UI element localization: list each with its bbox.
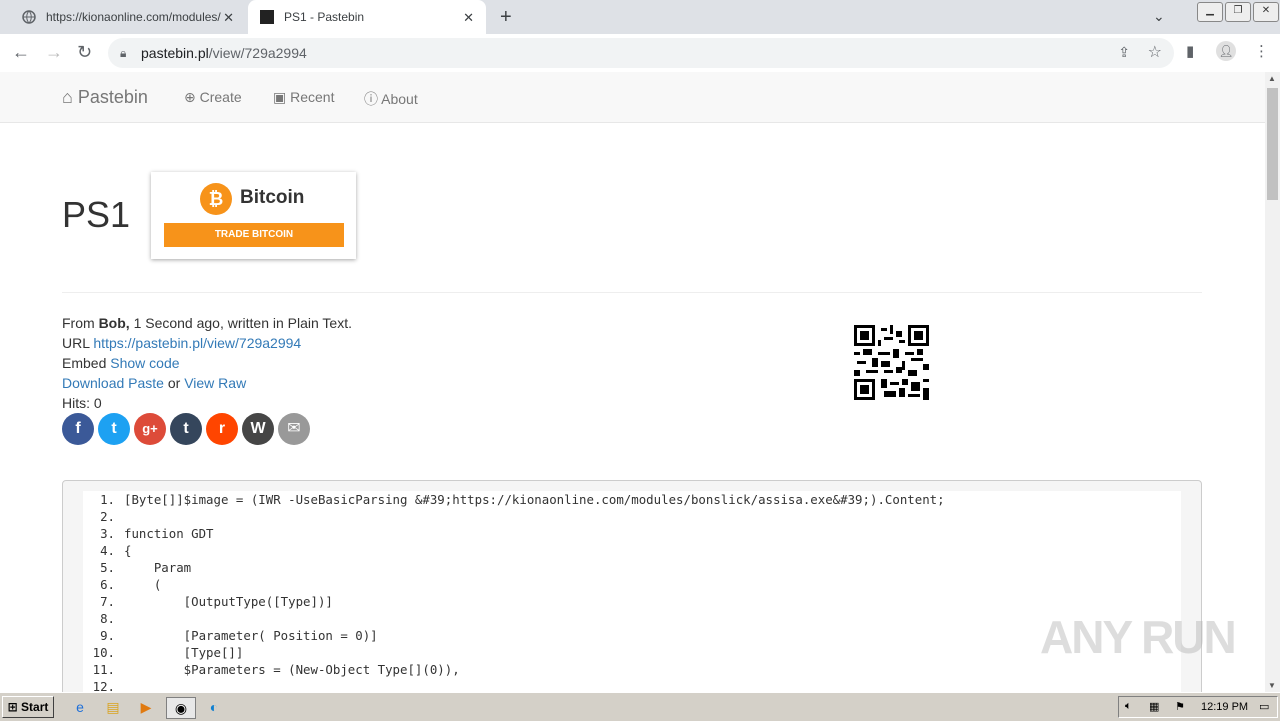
code-line: 7. [OutputType([Type])] bbox=[100, 594, 333, 609]
site-brand[interactable]: ⌂ Pastebin bbox=[62, 87, 148, 108]
scroll-up-arrow-icon[interactable]: ▲ bbox=[1268, 74, 1276, 83]
forward-arrow-icon[interactable]: → bbox=[45, 42, 63, 63]
bitcoin-logo-icon: ₿ bbox=[200, 183, 232, 215]
show-code-link[interactable]: Show code bbox=[110, 355, 179, 371]
author-name: Bob, bbox=[98, 315, 130, 331]
paste-url-link[interactable]: https://pastebin.pl/view/729a2994 bbox=[93, 335, 301, 351]
trade-bitcoin-button[interactable]: TRADE BITCOIN bbox=[164, 223, 344, 247]
info-circle-icon: ⓘ bbox=[364, 91, 378, 107]
google-plus-icon[interactable]: g+ bbox=[134, 413, 166, 445]
download-line: Download Paste or View Raw bbox=[62, 375, 247, 391]
share-icon[interactable]: ⇪ bbox=[1118, 44, 1130, 61]
lock-icon: 🔒︎ bbox=[120, 46, 127, 60]
address-bar[interactable]: 🔒︎ pastebin.pl/view/729a2994 ⇪ ☆ bbox=[108, 38, 1174, 68]
restore-button[interactable]: ❐ bbox=[1225, 2, 1251, 22]
menu-kebab-icon[interactable]: ⋮ bbox=[1254, 42, 1269, 60]
ad-name: Bitcoin bbox=[240, 187, 305, 208]
minimize-button[interactable]: ▁ bbox=[1197, 2, 1223, 22]
close-tab-icon[interactable]: ✕ bbox=[463, 10, 474, 26]
tumblr-icon[interactable]: t bbox=[170, 413, 202, 445]
page-viewport: ⌂ Pastebin ⊕ Create ▣ Recent ⓘ About PS1… bbox=[0, 72, 1265, 692]
qr-code-icon bbox=[854, 325, 929, 400]
download-paste-link[interactable]: Download Paste bbox=[62, 375, 164, 391]
twitter-icon[interactable]: t bbox=[98, 413, 130, 445]
anyrun-watermark: ANY RUN bbox=[1040, 611, 1237, 663]
paste-url-line: URL https://pastebin.pl/view/729a2994 bbox=[62, 335, 302, 351]
code-line: 9. [Parameter( Position = 0)] bbox=[100, 628, 378, 643]
rss-icon: ▣ bbox=[273, 89, 287, 105]
reddit-icon[interactable]: r bbox=[206, 413, 238, 445]
url-text[interactable]: pastebin.pl/view/729a2994 bbox=[141, 45, 307, 61]
reload-icon[interactable]: ↻ bbox=[77, 42, 92, 63]
nav-about[interactable]: ⓘ About bbox=[364, 89, 418, 109]
paste-title: PS1 bbox=[62, 194, 131, 235]
nav-recent[interactable]: ▣ Recent bbox=[273, 89, 334, 106]
side-panel-icon[interactable]: ▮ bbox=[1186, 42, 1194, 60]
system-tray: 🔈︎ ▦ ⚑ 12:19 PM ▭ bbox=[1118, 696, 1278, 718]
chrome-icon[interactable]: ◉ bbox=[166, 697, 196, 719]
show-desktop-icon[interactable]: ▭ bbox=[1259, 700, 1269, 713]
plus-circle-icon: ⊕ bbox=[184, 89, 196, 105]
code-container: 1. [Byte[]]$image = (IWR -UseBasicParsing… bbox=[62, 480, 1202, 692]
code-line: 1. [Byte[]]$image = (IWR -UseBasicParsing… bbox=[100, 492, 945, 507]
email-icon[interactable]: ✉ bbox=[278, 413, 310, 445]
code-line: 8. bbox=[100, 611, 115, 626]
hits-line: Hits: 0 bbox=[62, 395, 102, 411]
taskbar-clock[interactable]: 12:19 PM bbox=[1201, 701, 1248, 713]
code-line: 4.{ bbox=[100, 543, 132, 558]
page-scrollbar[interactable]: ▲ ▼ bbox=[1265, 72, 1280, 692]
network-icon[interactable]: ▦ bbox=[1149, 700, 1159, 713]
media-player-icon[interactable]: ▶ bbox=[136, 697, 156, 717]
window-controls: ▁ ❐ ✕ bbox=[1196, 0, 1280, 24]
wordpress-icon[interactable]: W bbox=[242, 413, 274, 445]
embed-line: Embed Show code bbox=[62, 355, 180, 371]
windows-logo-icon: ⊞ bbox=[7, 700, 18, 714]
globe-icon bbox=[22, 10, 36, 24]
view-raw-link[interactable]: View Raw bbox=[184, 375, 246, 391]
close-window-button[interactable]: ✕ bbox=[1253, 2, 1279, 22]
code-line: 11. $Parameters = (New-Object Type[](0))… bbox=[92, 662, 460, 677]
nav-create[interactable]: ⊕ Create bbox=[184, 89, 242, 106]
code-line: 5. Param bbox=[100, 560, 192, 575]
code-line: 6. ( bbox=[100, 577, 162, 592]
windows-taskbar: ⊞ Start e ▤ ▶ ◉ ◐ 🔈︎ ▦ ⚑ 12:19 PM ▭ bbox=[0, 692, 1280, 721]
browser-toolbar: ← → ↻ 🔒︎ pastebin.pl/view/729a2994 ⇪ ☆ ▮… bbox=[0, 34, 1280, 73]
pastebin-favicon-icon bbox=[260, 10, 274, 24]
code-line: 10. [Type[]] bbox=[92, 645, 244, 660]
social-share-buttons: f t g+ t r W ✉ bbox=[62, 413, 314, 445]
file-explorer-icon[interactable]: ▤ bbox=[103, 697, 123, 717]
profile-avatar-icon[interactable]: 👤︎ bbox=[1216, 41, 1236, 61]
bitcoin-ad[interactable]: ₿ Bitcoin TRADE BITCOIN bbox=[151, 172, 356, 259]
back-arrow-icon[interactable]: ← bbox=[12, 42, 30, 63]
close-tab-icon[interactable]: ✕ bbox=[223, 10, 234, 26]
browser-tab-2[interactable]: PS1 - Pastebin ✕ bbox=[248, 0, 486, 34]
browser-tab-strip: https://kionaonline.com/modules/bonsl ✕ … bbox=[0, 0, 1280, 34]
edge-icon[interactable]: ◐ bbox=[204, 697, 224, 717]
browser-tab-1[interactable]: https://kionaonline.com/modules/bonsl ✕ bbox=[8, 0, 246, 34]
hits-count: 0 bbox=[93, 395, 102, 411]
volume-icon[interactable]: 🔈︎ bbox=[1125, 700, 1132, 713]
start-button[interactable]: ⊞ Start bbox=[2, 696, 54, 718]
tab-title: PS1 - Pastebin bbox=[284, 10, 365, 24]
scroll-down-arrow-icon[interactable]: ▼ bbox=[1268, 681, 1276, 690]
new-tab-button[interactable]: + bbox=[500, 6, 512, 29]
code-line: 12. bbox=[92, 679, 115, 692]
tab-title: https://kionaonline.com/modules/bonsl bbox=[46, 10, 221, 24]
tab-search-chevron-icon[interactable]: ⌄ bbox=[1153, 8, 1165, 25]
internet-explorer-icon[interactable]: e bbox=[70, 697, 90, 717]
code-line: 2. bbox=[100, 509, 115, 524]
code-listing: 1. [Byte[]]$image = (IWR -UseBasicParsing… bbox=[83, 491, 1181, 692]
code-line: 3. function GDT bbox=[100, 526, 214, 541]
divider bbox=[62, 292, 1202, 293]
paste-author-line: From Bob, 1 Second ago, written in Plain… bbox=[62, 315, 352, 331]
bookmark-star-icon[interactable]: ☆ bbox=[1148, 42, 1162, 62]
scrollbar-thumb[interactable] bbox=[1267, 88, 1278, 200]
site-navbar: ⌂ Pastebin ⊕ Create ▣ Recent ⓘ About bbox=[0, 72, 1265, 123]
home-icon: ⌂ bbox=[62, 87, 73, 107]
facebook-icon[interactable]: f bbox=[62, 413, 94, 445]
flag-icon[interactable]: ⚑ bbox=[1175, 700, 1185, 713]
